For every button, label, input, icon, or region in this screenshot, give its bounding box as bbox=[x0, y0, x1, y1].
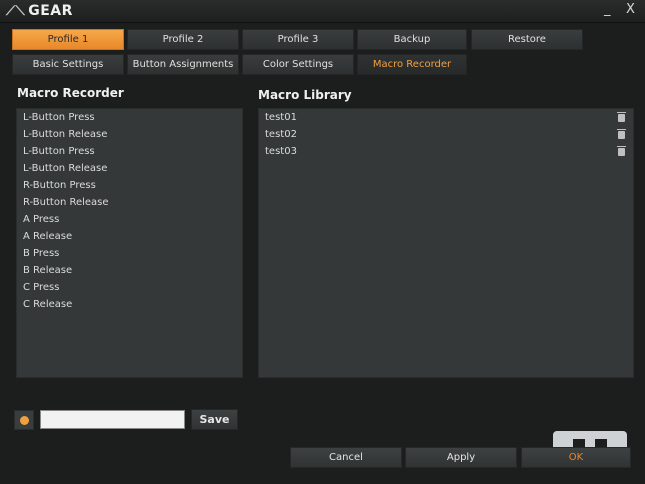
tab-profile-2[interactable]: Profile 2 bbox=[127, 29, 239, 50]
library-list[interactable]: test01 test02 test03 bbox=[258, 108, 634, 378]
save-button[interactable]: Save bbox=[191, 409, 238, 430]
title-bar: ⟋⟍ GEAR _ X bbox=[0, 0, 645, 23]
recorder-item[interactable]: R-Button Release bbox=[23, 197, 109, 208]
macro-name-input[interactable] bbox=[40, 410, 185, 429]
app-logo: ⟋⟍ GEAR bbox=[6, 3, 73, 19]
tab-profile-3[interactable]: Profile 3 bbox=[242, 29, 354, 50]
recorder-item[interactable]: L-Button Release bbox=[23, 129, 107, 140]
close-button[interactable]: X bbox=[626, 2, 635, 17]
tab-restore[interactable]: Restore bbox=[471, 29, 583, 50]
app-title: GEAR bbox=[28, 3, 73, 19]
recorder-item[interactable]: A Press bbox=[23, 214, 59, 225]
record-button[interactable] bbox=[14, 410, 34, 430]
trash-icon[interactable] bbox=[617, 112, 626, 122]
recorder-item[interactable]: L-Button Press bbox=[23, 112, 95, 123]
library-item[interactable]: test03 bbox=[265, 146, 297, 157]
recorder-item[interactable]: L-Button Press bbox=[23, 146, 95, 157]
library-title: Macro Library bbox=[258, 88, 352, 102]
recorder-item[interactable]: C Press bbox=[23, 282, 59, 293]
library-item[interactable]: test02 bbox=[265, 129, 297, 140]
tab-basic-settings[interactable]: Basic Settings bbox=[12, 54, 124, 75]
ok-button[interactable]: OK bbox=[521, 447, 631, 468]
minimize-button[interactable]: _ bbox=[604, 2, 611, 17]
recorder-list[interactable]: L-Button Press L-Button Release L-Button… bbox=[16, 108, 243, 378]
library-item[interactable]: test01 bbox=[265, 112, 297, 123]
recorder-item[interactable]: C Release bbox=[23, 299, 72, 310]
tab-profile-1[interactable]: Profile 1 bbox=[12, 29, 124, 50]
tab-color-settings[interactable]: Color Settings bbox=[242, 54, 354, 75]
recorder-item[interactable]: B Release bbox=[23, 265, 72, 276]
recorder-title: Macro Recorder bbox=[17, 86, 124, 100]
cancel-button[interactable]: Cancel bbox=[290, 447, 402, 468]
recorder-item[interactable]: B Press bbox=[23, 248, 59, 259]
recorder-item[interactable]: A Release bbox=[23, 231, 72, 242]
trash-icon[interactable] bbox=[617, 129, 626, 139]
record-icon bbox=[20, 416, 29, 425]
tab-macro-recorder[interactable]: Macro Recorder bbox=[357, 54, 467, 75]
tab-button-assignments[interactable]: Button Assignments bbox=[127, 54, 239, 75]
fnatic-logo-icon: ⟋⟍ bbox=[6, 4, 26, 19]
apply-button[interactable]: Apply bbox=[405, 447, 517, 468]
tab-backup[interactable]: Backup bbox=[357, 29, 467, 50]
recorder-item[interactable]: R-Button Press bbox=[23, 180, 96, 191]
trash-icon[interactable] bbox=[617, 146, 626, 156]
recorder-item[interactable]: L-Button Release bbox=[23, 163, 107, 174]
